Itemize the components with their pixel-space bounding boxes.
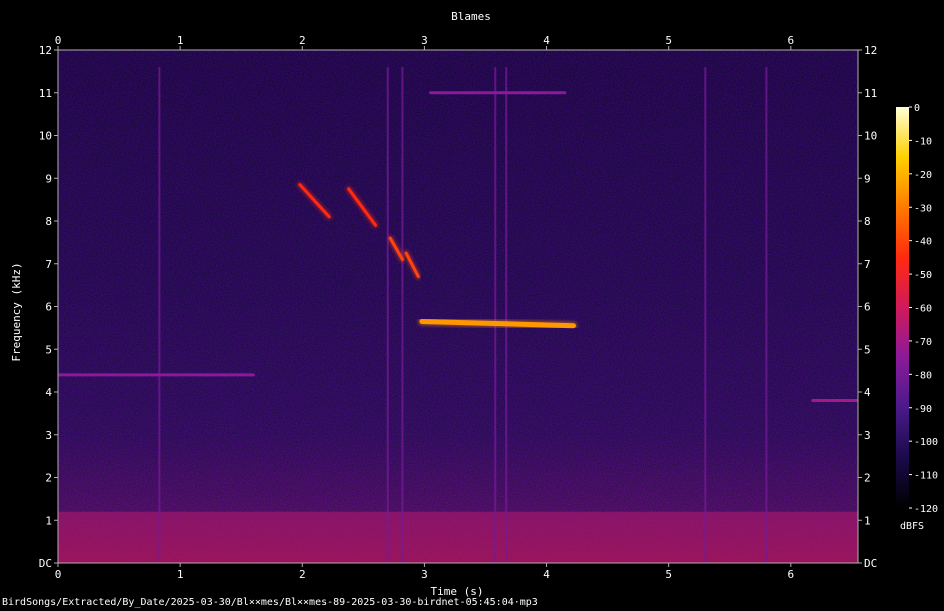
x-tick-label-top: 0: [55, 34, 62, 47]
colorbar-tick-label: -90: [914, 404, 932, 415]
x-tick-label-top: 2: [299, 34, 306, 47]
plot-noise-texture: [58, 50, 858, 563]
y-tick-label: 7: [45, 258, 52, 271]
low-frequency-band: [58, 511, 858, 563]
y-tick-label: DC: [39, 557, 52, 570]
colorbar-ticks: 0 -10 -20 -30 -40 -50 -60 -70 -80 -90 -100 -110 -120: [909, 103, 938, 515]
x-tick-label: 6: [788, 568, 795, 581]
colorbar-tick-label: -120: [914, 504, 938, 515]
y-tick-label-right: DC: [864, 557, 877, 570]
y-tick-label: 2: [45, 472, 52, 485]
colorbar-tick-label: -80: [914, 370, 932, 381]
file-path-caption: BirdSongs/Extracted/By_Date/2025-03-30/B…: [2, 597, 538, 608]
colorbar: 0 -10 -20 -30 -40 -50 -60 -70 -80 -90 -100 -110 -120…: [896, 103, 938, 532]
y-tick-label: 5: [45, 343, 52, 356]
x-axis-bottom: 0 1 2 3 4 5 6: [55, 563, 794, 581]
y-tick-label-right: 5: [864, 343, 871, 356]
x-tick-label: 2: [299, 568, 306, 581]
x-tick-label-top: 4: [543, 34, 550, 47]
y-tick-label: 4: [45, 386, 52, 399]
x-axis-top: 0 1 2 3 4 5 6: [55, 34, 794, 50]
y-tick-label: 10: [39, 130, 52, 143]
colorbar-tick-label: -10: [914, 136, 932, 147]
colorbar-tick-label: -70: [914, 337, 932, 348]
colorbar-tick-label: -30: [914, 203, 932, 214]
x-tick-label-top: 5: [665, 34, 672, 47]
y-tick-label-right: 7: [864, 258, 871, 271]
y-tick-label-right: 9: [864, 172, 871, 185]
x-tick-label: 4: [543, 568, 550, 581]
colorbar-tick-label: 0: [914, 103, 920, 114]
x-tick-label: 5: [665, 568, 672, 581]
y-tick-label-right: 3: [864, 429, 871, 442]
y-tick-label: 12: [39, 44, 52, 57]
y-axis-label: Frequency (kHz): [10, 262, 23, 361]
x-tick-label: 3: [421, 568, 428, 581]
colorbar-gradient: [896, 107, 909, 508]
y-tick-label-right: 10: [864, 130, 877, 143]
chart-title: Blames: [451, 10, 491, 23]
colorbar-tick-label: -60: [914, 304, 932, 315]
spectrogram-figure: Blames 0123456 0123456 DC123456789101112…: [10, 10, 938, 598]
y-tick-label: 6: [45, 301, 52, 314]
colorbar-tick-label: -100: [914, 437, 938, 448]
x-tick-label-top: 3: [421, 34, 428, 47]
colorbar-tick-label: -40: [914, 237, 932, 248]
y-tick-label-right: 11: [864, 87, 877, 100]
y-tick-label-right: 4: [864, 386, 871, 399]
y-tick-label-right: 2: [864, 472, 871, 485]
y-tick-label: 3: [45, 429, 52, 442]
y-axis-left: DC123456789101112: [39, 44, 58, 570]
x-tick-label-top: 6: [788, 34, 795, 47]
y-tick-label: 11: [39, 87, 52, 100]
x-tick-label: 0: [55, 568, 62, 581]
y-tick-label-right: 8: [864, 215, 871, 228]
plot-area: [58, 50, 858, 563]
colorbar-tick-label: -50: [914, 270, 932, 281]
y-tick-label: 8: [45, 215, 52, 228]
colorbar-tick-label: -110: [914, 471, 938, 482]
colorbar-tick-label: -20: [914, 170, 932, 181]
y-axis-right: DC123456789101112: [858, 44, 877, 570]
x-tick-label: 1: [177, 568, 184, 581]
low-frequency-energy: [58, 511, 858, 563]
y-tick-label-right: 1: [864, 514, 871, 527]
y-tick-label-right: 6: [864, 301, 871, 314]
x-tick-label-top: 1: [177, 34, 184, 47]
y-tick-label-right: 12: [864, 44, 877, 57]
y-tick-label: 9: [45, 172, 52, 185]
y-tick-label: 1: [45, 514, 52, 527]
colorbar-unit: dBFS: [900, 521, 924, 532]
